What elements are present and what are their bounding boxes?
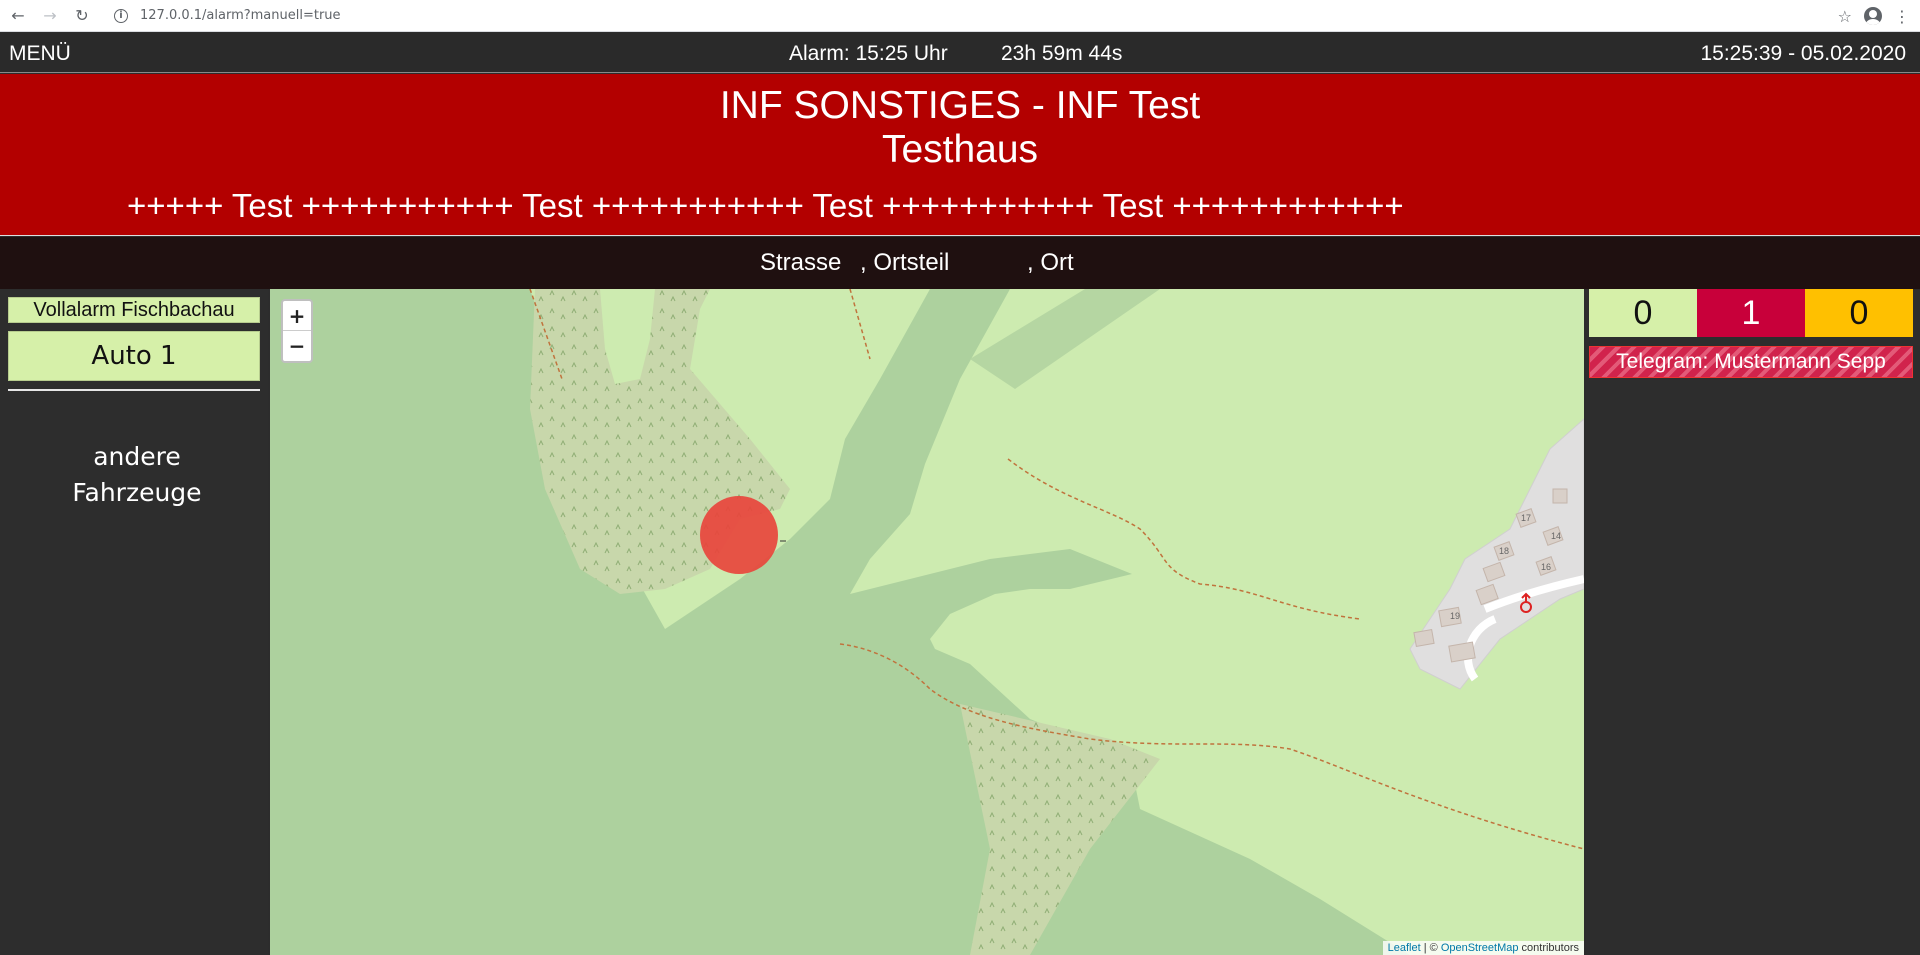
attribution-separator: | © <box>1420 942 1441 954</box>
address-street: Strasse <box>760 249 842 276</box>
zoom-control: + − <box>281 299 313 363</box>
responder-count-yellow: 0 <box>1805 289 1913 337</box>
more-icon[interactable]: ⋮ <box>1894 7 1910 26</box>
star-icon[interactable]: ☆ <box>1838 7 1852 26</box>
back-arrow-icon[interactable]: ← <box>4 2 32 30</box>
top-info-bar: MENÜ Alarm: 15:25 Uhr 23h 59m 44s 15:25:… <box>0 33 1920 73</box>
other-vehicles-line: Fahrzeuge <box>72 478 202 507</box>
forward-arrow-icon[interactable]: → <box>36 2 64 30</box>
address-bar-panel: Strasse , Ortsteil , Ort <box>0 237 1920 289</box>
zoom-in-button[interactable]: + <box>283 301 311 331</box>
responder-count-red: 1 <box>1697 289 1805 337</box>
countdown-timer: 23h 59m 44s <box>1001 42 1123 65</box>
house-number: 18 <box>1499 546 1510 556</box>
responders-panel: 0 1 0 Telegram: Mustermann Sepp <box>1586 289 1920 955</box>
address-town: , Ort <box>1027 249 1074 276</box>
address-district: , Ortsteil <box>860 249 950 276</box>
browser-toolbar: ← → ↻ i 127.0.0.1/alarm?manuell=true ☆ ⋮ <box>0 0 1920 32</box>
alarm-object: Testhaus <box>881 128 1039 171</box>
house-number: 14 <box>1551 531 1562 541</box>
map[interactable]: 17 14 18 16 19 + − Leaflet | © OpenStree… <box>270 289 1584 955</box>
attribution-tail: contributors <box>1518 942 1579 954</box>
menu-button[interactable]: MENÜ <box>9 42 71 66</box>
other-vehicles-line: andere <box>93 442 181 471</box>
house-number: 19 <box>1450 611 1461 621</box>
vehicles-panel: Vollalarm Fischbachau Auto 1 andere Fahr… <box>0 289 268 955</box>
alarm-group-label: Vollalarm Fischbachau <box>8 297 260 323</box>
divider <box>8 389 260 391</box>
url-text[interactable]: 127.0.0.1/alarm?manuell=true <box>140 8 341 23</box>
house-number: 16 <box>1541 562 1552 572</box>
info-icon[interactable]: i <box>114 8 128 23</box>
leaflet-link[interactable]: Leaflet <box>1388 942 1421 954</box>
map-attribution: Leaflet | © OpenStreetMap contributors <box>1382 941 1584 955</box>
responder-count-green: 0 <box>1589 289 1697 337</box>
alarm-ticker: +++++ Test +++++++++++ Test +++++++++++ … <box>127 187 1404 224</box>
address-bar[interactable]: i 127.0.0.1/alarm?manuell=true <box>114 2 341 30</box>
zoom-out-button[interactable]: − <box>283 331 311 361</box>
alarm-banner: INF SONSTIGES - INF Test Testhaus +++++ … <box>0 74 1920 236</box>
alarm-time: Alarm: 15:25 Uhr <box>789 42 948 65</box>
other-vehicles-label: andere Fahrzeuge <box>20 439 254 511</box>
telegram-response-item: Telegram: Mustermann Sepp <box>1589 346 1913 378</box>
osm-link[interactable]: OpenStreetMap <box>1441 942 1519 954</box>
house-number: 17 <box>1521 513 1532 523</box>
account-icon[interactable] <box>1864 7 1882 25</box>
reload-icon[interactable]: ↻ <box>68 2 96 30</box>
vehicle-item[interactable]: Auto 1 <box>8 331 260 381</box>
alarm-keyword: INF SONSTIGES - INF Test <box>719 84 1201 127</box>
clock: 15:25:39 - 05.02.2020 <box>1700 42 1906 65</box>
map-tiles <box>270 289 1584 955</box>
